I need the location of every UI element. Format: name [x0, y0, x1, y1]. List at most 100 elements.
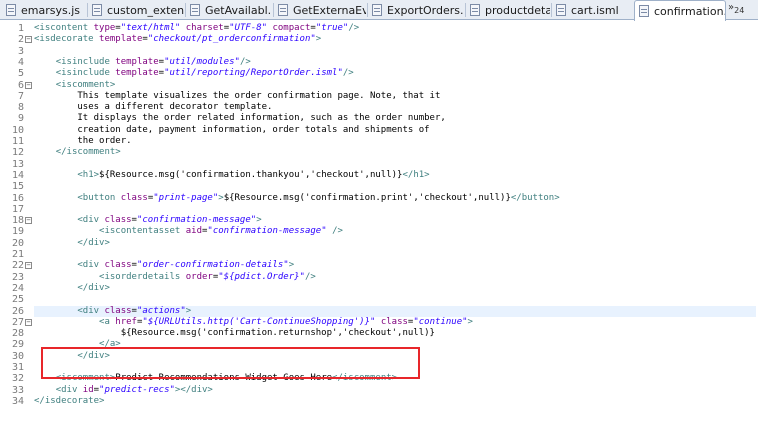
code-token: <div — [55, 384, 83, 395]
code-line[interactable]: <iscontent type="text/html" charset="UTF… — [34, 23, 359, 34]
code-token: <div — [77, 305, 105, 316]
code-line[interactable]: <div class="order-confirmation-details"> — [34, 260, 294, 271]
code-line[interactable]: </isdecorate> — [34, 396, 104, 407]
code-token: /> — [342, 68, 354, 79]
code-line[interactable]: <isorderdetails order="${pdict.Order}"/> — [34, 272, 316, 283]
code-token: compact — [272, 23, 311, 33]
tab-overflow-button[interactable]: »24 — [728, 2, 744, 15]
code-token: /> — [239, 56, 251, 67]
code-line[interactable]: It displays the order related informatio… — [34, 113, 445, 124]
code-token: ${Resource.msg('confirmation.thankyou','… — [99, 169, 403, 180]
file-icon — [278, 4, 288, 16]
tab-productdetails[interactable]: productdetai... — [466, 0, 550, 20]
fold-toggle-icon[interactable]: − — [25, 36, 32, 44]
file-icon — [92, 4, 102, 16]
code-line[interactable]: the order. — [34, 136, 131, 147]
line-number: 20 — [11, 237, 24, 249]
code-token: class — [120, 192, 148, 203]
tab-label: custom_exten... — [107, 3, 184, 17]
code-line[interactable]: ${Resource.msg('confirmation.returnshop'… — [34, 328, 435, 339]
line-number: 12 — [11, 147, 24, 159]
ide-window: emarsys.js custom_exten... GetAvailabl..… — [0, 0, 758, 426]
code-line[interactable]: <isinclude template="util/modules"/> — [34, 57, 251, 68]
code-line[interactable]: </iscomment> — [34, 147, 121, 158]
code-line[interactable]: <button class="print-page">${Resource.ms… — [34, 192, 559, 204]
code-token: href — [115, 316, 137, 327]
tab-confirmation-isml[interactable]: confirmation... × — [634, 0, 726, 21]
code-token: <isinclude — [55, 56, 116, 67]
code-token: "continue" — [413, 316, 468, 327]
tab-getavailable[interactable]: GetAvailabl... — [186, 0, 272, 20]
code-line[interactable]: <iscomment> — [34, 79, 116, 91]
code-token: "actions" — [136, 305, 186, 316]
tab-custom-extensions[interactable]: custom_exten... — [88, 0, 184, 20]
code-line[interactable]: This template visualizes the order confi… — [34, 91, 440, 102]
line-number: 24 — [11, 282, 24, 294]
tab-label: emarsys.js — [21, 3, 81, 17]
line-number: 6 — [17, 79, 24, 91]
line-number: 4 — [17, 56, 24, 68]
line-number: 22 — [11, 260, 24, 272]
code-line[interactable]: <iscontentasset aid="confirmation-messag… — [34, 226, 343, 237]
code-token: "checkout/pt_orderconfirmation" — [147, 34, 316, 45]
code-token: ${Resource.msg('confirmation.returnshop'… — [120, 328, 435, 339]
code-token: <isdecorate — [34, 34, 100, 45]
code-token: class — [380, 316, 408, 327]
code-token: <isinclude — [55, 68, 116, 79]
code-token: "UTF-8" — [229, 23, 268, 33]
code-token: order — [185, 271, 213, 282]
code-token: type — [93, 23, 116, 33]
code-line[interactable]: </div> — [34, 238, 110, 249]
tab-getexternaevents[interactable]: GetExternaEv... — [274, 0, 366, 20]
code-token: "confirmation-message" — [136, 215, 257, 226]
tab-exportorders-ds[interactable]: ExportOrders.ds — [368, 0, 464, 20]
code-line[interactable]: uses a different decorator template. — [34, 102, 272, 113]
code-token: > — [256, 215, 262, 226]
code-token: class — [104, 260, 132, 271]
code-line[interactable]: <isdecorate template="checkout/pt_orderc… — [34, 34, 321, 45]
code-line[interactable]: <div id="predict-recs"></div> — [34, 385, 213, 396]
code-token: This template visualizes the order confi… — [77, 90, 441, 101]
hidden-tab-count: 24 — [734, 6, 745, 15]
code-line[interactable]: <isinclude template="util/reporting/Repo… — [34, 68, 354, 79]
line-number: 3 — [17, 45, 24, 57]
code-token: "text/html" — [120, 23, 181, 33]
code-line[interactable]: <div class="actions"> — [34, 305, 756, 317]
line-number: 29 — [11, 339, 24, 351]
code-token: "util/reporting/ReportOrder.isml" — [164, 68, 343, 79]
code-token: </h1> — [402, 169, 430, 180]
tab-emarsys-js[interactable]: emarsys.js — [2, 0, 86, 20]
editor-tab-bar: emarsys.js custom_exten... GetAvailabl..… — [0, 0, 758, 21]
code-token: template — [115, 56, 159, 67]
code-token: </iscomment> — [55, 147, 121, 158]
line-number: 34 — [11, 395, 24, 407]
file-icon — [556, 4, 566, 16]
fold-toggle-icon[interactable]: − — [25, 318, 32, 326]
code-line[interactable]: <h1>${Resource.msg('confirmation.thankyo… — [34, 169, 430, 181]
code-line[interactable]: <div class="confirmation-message"> — [34, 215, 262, 226]
code-token: <div — [77, 215, 105, 226]
tab-cart-isml[interactable]: cart.isml — [552, 0, 632, 20]
code-line[interactable]: </div> — [34, 283, 110, 294]
code-token: /> — [332, 226, 343, 237]
code-token: </isdecorate> — [34, 395, 105, 406]
code-token: ${Resource.msg('confirmation.print','che… — [223, 192, 511, 203]
highlight-annotation-box — [41, 347, 420, 379]
code-line[interactable]: <a href="${URLUtils.http('Cart-ContinueS… — [34, 317, 473, 328]
code-line[interactable]: creation date, payment information, orde… — [34, 125, 429, 136]
tab-label: confirmation... — [654, 4, 726, 18]
line-number: 8 — [17, 102, 24, 114]
code-token: </div> — [77, 237, 110, 248]
line-number: 19 — [11, 226, 24, 238]
line-number: 1 — [17, 23, 24, 34]
line-number: 2 — [17, 34, 24, 46]
tab-label: cart.isml — [571, 3, 619, 17]
code-token: <iscomment> — [55, 79, 116, 90]
fold-toggle-icon[interactable]: − — [25, 217, 32, 225]
overview-ruler — [0, 21, 8, 426]
fold-toggle-icon[interactable]: − — [25, 81, 32, 89]
line-number: 28 — [11, 328, 24, 340]
file-icon — [639, 5, 649, 17]
line-number: 9 — [17, 113, 24, 125]
fold-toggle-icon[interactable]: − — [25, 262, 32, 270]
